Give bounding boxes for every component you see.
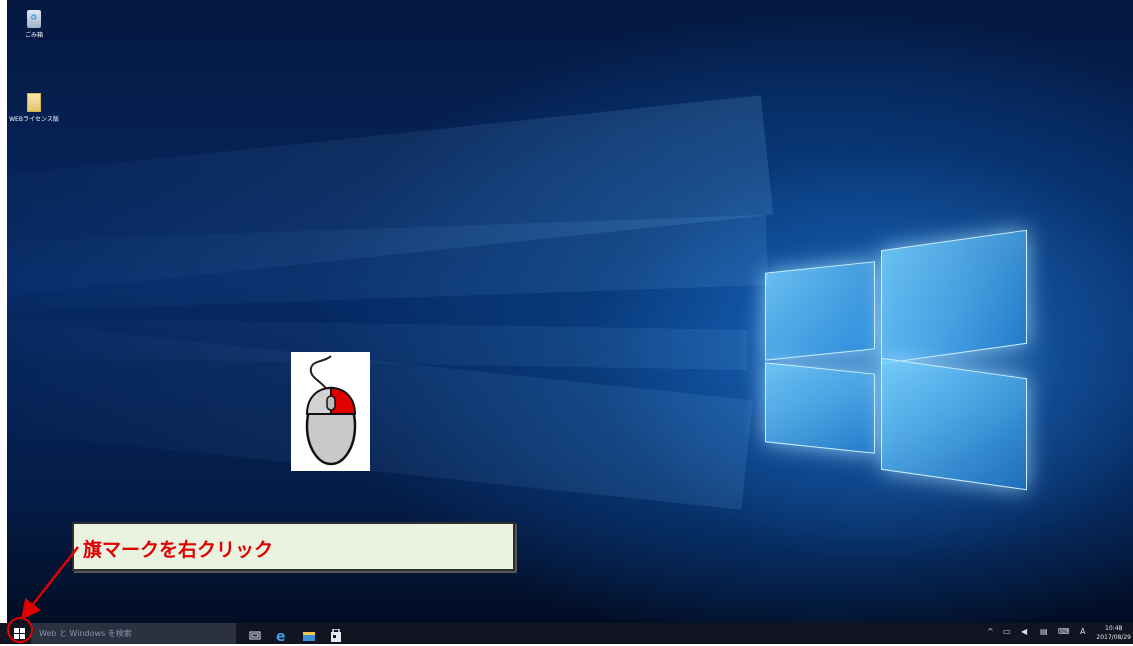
ime-indicator[interactable]: A: [1080, 627, 1085, 636]
taskbar: Web と Windows を検索 e ^ ▭ ◀ ▤ ⌨ A 10:48 20…: [0, 623, 1133, 645]
task-view-icon[interactable]: [248, 627, 262, 640]
file-explorer-icon[interactable]: [302, 627, 316, 641]
desktop-icon-web-license[interactable]: WEBライセンス版: [9, 93, 59, 123]
desktop-icon-label: ごみ箱: [24, 32, 43, 39]
network-icon[interactable]: ▭: [1003, 627, 1011, 636]
desktop-icon-recycle-bin[interactable]: ごみ箱: [9, 10, 59, 39]
callout-text-prefix: 旗マークを: [83, 539, 179, 561]
instruction-callout: 旗マークを右クリック: [72, 522, 515, 571]
mouse-illustration: [291, 352, 370, 471]
recycle-bin-icon: [27, 10, 41, 28]
svg-text:e: e: [276, 629, 286, 642]
clock[interactable]: 10:48 2017/08/29: [1096, 624, 1131, 642]
mouse-right-click-icon: [305, 355, 357, 466]
logo-pane: [881, 229, 1027, 365]
volume-icon[interactable]: ◀: [1021, 627, 1027, 636]
callout-text-emphasis: 右クリック: [178, 539, 274, 561]
logo-pane: [765, 261, 875, 361]
tray-chevron-icon[interactable]: ^: [987, 627, 994, 636]
logo-pane: [881, 357, 1027, 491]
edge-icon[interactable]: e: [275, 627, 289, 645]
clock-date: 2017/08/29: [1096, 634, 1131, 641]
search-input[interactable]: Web と Windows を検索: [31, 623, 236, 644]
logo-pane: [765, 362, 875, 454]
callout-text: 旗マークを右クリック: [83, 535, 273, 562]
windows-logo-wallpaper: [757, 229, 1029, 494]
desktop-icon-label: WEBライセンス版: [9, 116, 59, 123]
keyboard-icon[interactable]: ⌨: [1058, 627, 1070, 636]
action-center-icon[interactable]: ▤: [1040, 627, 1048, 636]
start-button-highlight-circle: [7, 617, 33, 643]
document-file-icon: [27, 93, 41, 112]
store-icon[interactable]: [329, 627, 343, 642]
clock-time: 10:48: [1105, 625, 1123, 632]
